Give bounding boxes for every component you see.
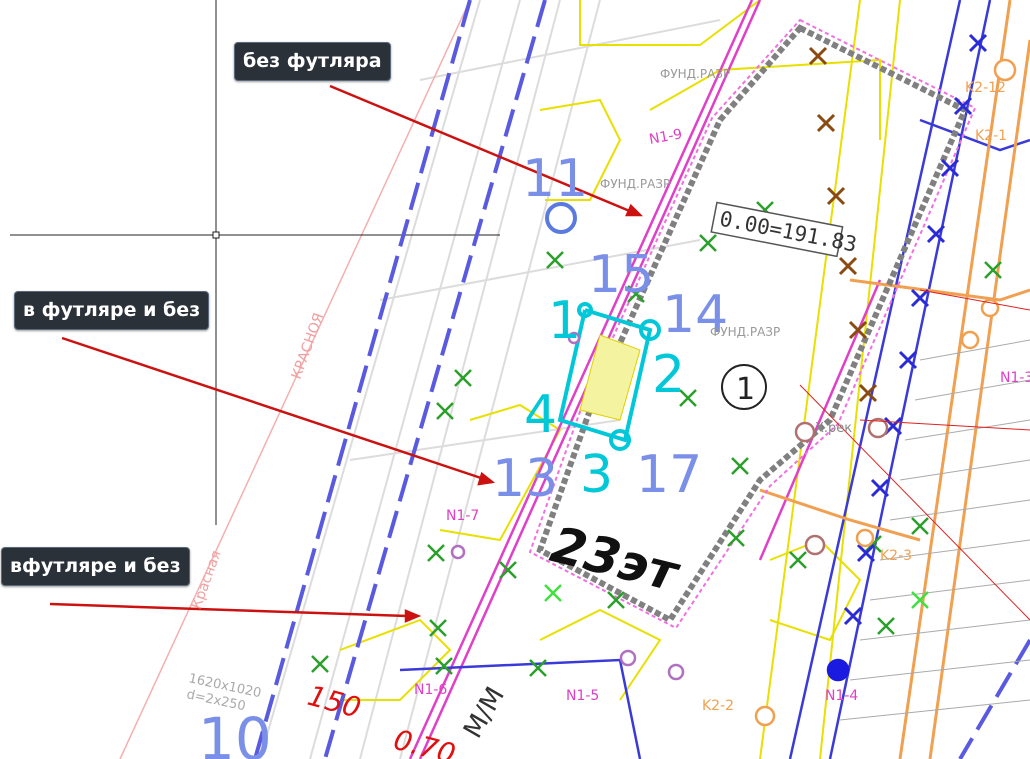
- callout-with-and-without-casing: в футляре и без: [14, 291, 210, 330]
- elevation-label: 0.00=191.83: [718, 207, 859, 257]
- elevation-box: 0.00=191.83: [710, 201, 859, 258]
- marker-2: 2: [652, 345, 685, 405]
- street-name: КРАСНОЯ: [289, 311, 328, 381]
- well-label-n1-6: N1-6: [414, 682, 447, 698]
- fund-label-2: ФУНД.РАЗР: [600, 177, 670, 191]
- marker-3: 3: [580, 445, 613, 505]
- well-label-k2-3: K2-3: [880, 548, 912, 564]
- well-label-k2-2: K2-2: [702, 698, 734, 714]
- callout-in-casing-and-without: вфутляре и без: [1, 547, 190, 586]
- fund-label-3: ФУНД.РАЗР: [710, 325, 780, 339]
- building-number: 1: [736, 372, 755, 407]
- well-label-n1-7: N1-7: [446, 508, 479, 524]
- note-mm: М/М: [458, 682, 511, 743]
- marker-17: 17: [636, 445, 702, 505]
- background-lines: [259, 0, 721, 759]
- dimension-150: 150: [304, 679, 364, 725]
- street-line: [119, 0, 471, 759]
- well-label-k2-12: K2-12: [965, 80, 1006, 96]
- well-label-k2-1: K2-1: [975, 128, 1007, 144]
- well-label-n1-3: N1-3: [1000, 370, 1030, 386]
- blue-dashed-lines: [253, 0, 1030, 759]
- fund-label-1: ФУНД.РАЗР: [660, 67, 730, 81]
- marker-4: 4: [524, 385, 557, 445]
- orange-lines: [759, 0, 1030, 759]
- keypoint-label: Х.рек: [815, 421, 852, 436]
- callout-without-casing: без футляра: [234, 42, 391, 81]
- street-name-2: Красная: [189, 548, 225, 611]
- well-label-n1-5: N1-5: [566, 688, 599, 704]
- marker-10: 10: [198, 705, 272, 759]
- marker-15: 15: [588, 245, 654, 305]
- marker-1: 1: [548, 291, 581, 351]
- well-label-n1-4: N1-4: [825, 688, 858, 704]
- marker-11: 11: [522, 149, 588, 209]
- red-thin-lines: [799, 289, 1030, 621]
- well-label-n1-9: N1-9: [648, 126, 684, 148]
- marker-13: 13: [492, 449, 558, 509]
- site-plan-drawing: 0.00=191.83 1 23эт 11 15 14 1 2 4 3 13 1…: [10, 0, 1030, 759]
